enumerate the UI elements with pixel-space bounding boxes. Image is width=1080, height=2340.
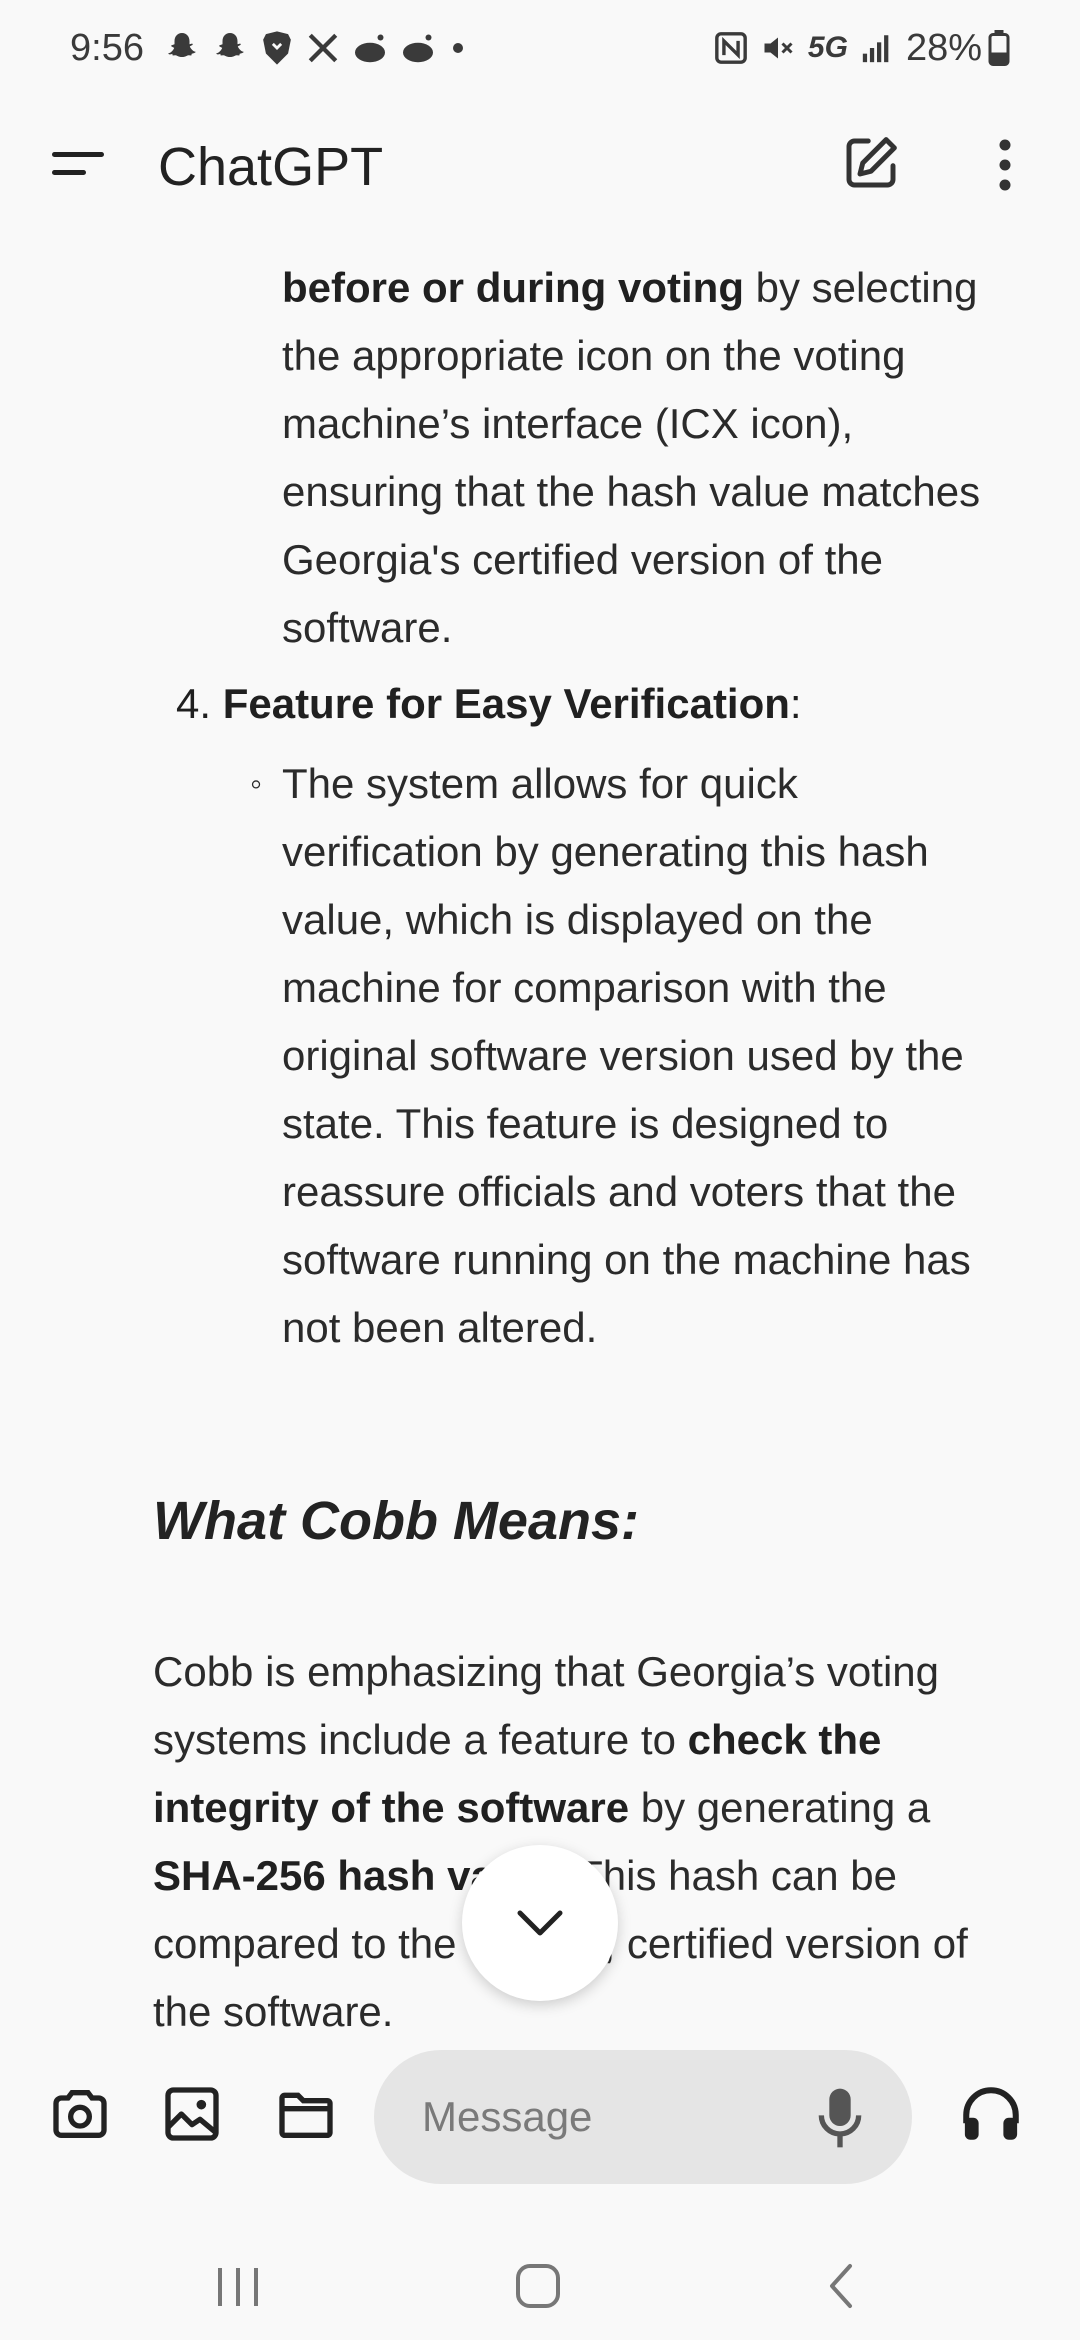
system-nav-bar [0, 2220, 1080, 2340]
folder-icon [279, 2092, 333, 2138]
microphone-button[interactable] [818, 2086, 862, 2150]
list-item-4: 4. Feature for Easy Verification: [176, 670, 1016, 738]
list-item-title: Feature for Easy Verification [222, 680, 790, 727]
status-left: 9:56 [70, 27, 468, 70]
reddit-icon [352, 32, 388, 64]
menu-button[interactable] [48, 140, 108, 190]
back-icon [830, 2264, 852, 2308]
brave-icon [260, 30, 294, 66]
edit-icon [846, 137, 897, 188]
chat-content: before or during voting by selecting the… [0, 240, 1080, 2030]
recent-apps-button[interactable] [208, 2256, 268, 2316]
mute-icon [760, 30, 796, 66]
section-heading: What Cobb Means: [153, 1491, 639, 1551]
dot-icon [448, 38, 468, 58]
reddit-icon [400, 32, 436, 64]
input-bar [0, 2040, 1080, 2190]
paragraph-text: by generating a [629, 1784, 931, 1831]
response-paragraph: before or during voting by selecting the… [282, 254, 1002, 662]
scroll-down-button[interactable] [462, 1845, 618, 2001]
message-input[interactable] [420, 2092, 784, 2142]
hamburger-icon [52, 152, 104, 175]
microphone-icon [818, 2088, 862, 2148]
folder-button[interactable] [274, 2082, 338, 2146]
x-icon [306, 31, 340, 65]
status-bar: 9:56 5G 28% [0, 0, 1080, 96]
battery: 28% [906, 27, 1010, 70]
voice-mode-button[interactable] [958, 2082, 1024, 2148]
more-options-button[interactable] [985, 132, 1025, 198]
image-button[interactable] [160, 2082, 224, 2146]
message-field[interactable] [374, 2050, 912, 2184]
nfc-icon [714, 31, 748, 65]
app-title: ChatGPT [158, 137, 384, 197]
battery-icon [988, 30, 1010, 66]
list-item-suffix: : [789, 680, 802, 727]
paragraph-text: by selecting the appropriate icon on the… [282, 264, 981, 651]
app-bar: ChatGPT [0, 110, 1080, 220]
signal-icon [860, 31, 894, 65]
bullet-paragraph: The system allows for quick verification… [282, 760, 971, 1351]
battery-level: 28% [905, 26, 982, 69]
network-type: 5G [807, 31, 848, 64]
camera-button[interactable] [48, 2082, 112, 2146]
image-icon [165, 2087, 219, 2141]
back-button[interactable] [812, 2256, 872, 2316]
headphones-icon [963, 2087, 1019, 2140]
status-time: 9:56 [70, 26, 144, 69]
home-button[interactable] [508, 2256, 568, 2316]
bullet-marker: ◦ [250, 765, 263, 803]
snapchat-icon [212, 30, 248, 66]
home-icon [516, 2264, 560, 2308]
list-number: 4. [176, 680, 212, 727]
status-right: 5G 28% [714, 27, 1010, 70]
new-chat-button[interactable] [838, 130, 904, 196]
bold-phrase: before or during voting [282, 264, 744, 311]
snapchat-icon [164, 30, 200, 66]
more-vert-icon [999, 139, 1011, 191]
camera-icon [53, 2090, 107, 2138]
chevron-down-icon [517, 1910, 563, 1936]
recent-apps-icon [218, 2268, 258, 2306]
